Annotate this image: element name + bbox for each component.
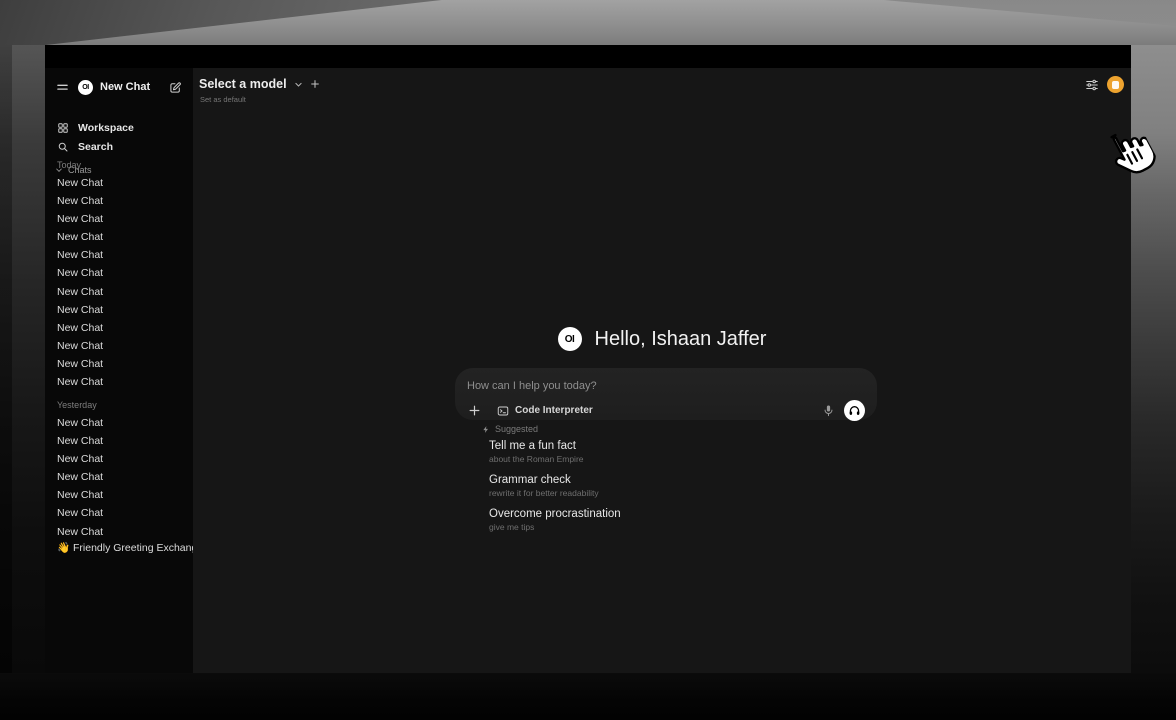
chat-list-item[interactable]: New Chat: [45, 373, 193, 391]
chat-list-item[interactable]: New Chat: [45, 414, 193, 432]
chat-list-item[interactable]: New Chat: [45, 283, 193, 301]
greeting-title: Hello, Ishaan Jaffer: [595, 328, 767, 351]
composer-right-controls: [822, 400, 865, 421]
chat-list-item[interactable]: New Chat: [45, 210, 193, 228]
new-chat-button[interactable]: [168, 80, 183, 95]
terminal-icon: [497, 405, 509, 417]
chat-list-item[interactable]: New Chat: [45, 432, 193, 450]
chat-list-item[interactable]: New Chat: [45, 319, 193, 337]
code-interpreter-label: Code Interpreter: [515, 405, 593, 416]
suggestion-title: Overcome procrastination: [489, 507, 789, 521]
model-selector-label: Select a model: [199, 77, 287, 91]
code-interpreter-toggle[interactable]: Code Interpreter: [497, 405, 593, 417]
edit-pencil-icon: [169, 81, 182, 94]
chat-section-yesterday: Yesterday New ChatNew ChatNew ChatNew Ch…: [45, 397, 193, 541]
hamburger-icon: [56, 81, 69, 94]
chat-list-item-named[interactable]: 👋 Friendly Greeting Exchange: [45, 539, 193, 557]
chat-list-item[interactable]: New Chat: [45, 504, 193, 522]
chat-list-item[interactable]: New Chat: [45, 174, 193, 192]
call-button[interactable]: [844, 400, 865, 421]
chat-list-item[interactable]: New Chat: [45, 246, 193, 264]
avatar-glyph: [1112, 81, 1119, 89]
chevron-down-icon: [294, 80, 303, 89]
suggested-header: Suggested: [482, 424, 538, 434]
sidebar-toggle-button[interactable]: [55, 80, 70, 95]
app-logo: OI: [78, 80, 93, 95]
sidebar-header: OI New Chat: [45, 76, 193, 98]
chat-list-item[interactable]: New Chat: [45, 450, 193, 468]
chat-list-item[interactable]: New Chat: [45, 523, 193, 541]
chat-list-item[interactable]: New Chat: [45, 468, 193, 486]
chat-list-item[interactable]: New Chat: [45, 486, 193, 504]
microphone-icon: [823, 404, 834, 418]
suggestion-item[interactable]: Tell me a fun fact about the Roman Empir…: [489, 439, 789, 465]
chat-section-today: Today New ChatNew ChatNew ChatNew ChatNe…: [45, 157, 193, 391]
background-right: [1131, 45, 1176, 673]
screenshot-stage: OI New Chat Workspace Search: [0, 0, 1176, 720]
suggestion-subtitle: give me tips: [489, 522, 789, 533]
suggestion-subtitle: about the Roman Empire: [489, 454, 789, 465]
suggestion-item[interactable]: Overcome procrastination give me tips: [489, 507, 789, 533]
headphones-icon: [848, 404, 861, 417]
add-model-button[interactable]: [310, 79, 320, 89]
wave-emoji: 👋: [57, 542, 70, 554]
suggestion-subtitle: rewrite it for better readability: [489, 488, 789, 499]
greeting-row: OI Hello, Ishaan Jaffer: [193, 327, 1131, 351]
settings-sliders-button[interactable]: [1084, 77, 1099, 92]
suggestion-title: Grammar check: [489, 473, 789, 487]
bolt-icon: [482, 425, 490, 434]
mic-button[interactable]: [822, 403, 835, 418]
named-chat-title: Friendly Greeting Exchange: [73, 542, 193, 554]
composer: Code Interpreter: [455, 368, 877, 420]
background-bottom: [0, 673, 1176, 720]
header-actions: [1084, 76, 1124, 93]
background-left-streak: [0, 45, 12, 673]
chat-section-label: Today: [45, 157, 193, 174]
suggestions-list: Tell me a fun fact about the Roman Empir…: [489, 439, 789, 541]
suggestion-title: Tell me a fun fact: [489, 439, 789, 453]
workspace-label: Workspace: [78, 122, 134, 134]
message-input[interactable]: [467, 380, 865, 392]
chat-list-item[interactable]: New Chat: [45, 228, 193, 246]
sidebar-item-workspace[interactable]: Workspace: [45, 119, 193, 137]
greeting-logo: OI: [558, 327, 582, 351]
main-area: Select a model Set as default: [193, 68, 1131, 673]
sidebar-title: New Chat: [100, 81, 168, 93]
composer-controls: Code Interpreter: [467, 400, 865, 421]
chat-list-item[interactable]: New Chat: [45, 355, 193, 373]
chat-list-yesterday: New ChatNew ChatNew ChatNew ChatNew Chat…: [45, 414, 193, 541]
workspace-grid-icon: [57, 122, 69, 134]
sliders-icon: [1085, 78, 1099, 92]
chat-list-item[interactable]: New Chat: [45, 337, 193, 355]
suggested-label: Suggested: [495, 424, 538, 434]
chat-list-item[interactable]: New Chat: [45, 264, 193, 282]
sidebar: OI New Chat Workspace Search: [45, 68, 193, 673]
search-icon: [57, 141, 69, 153]
chat-list-item[interactable]: New Chat: [45, 301, 193, 319]
chat-list-today: New ChatNew ChatNew ChatNew ChatNew Chat…: [45, 174, 193, 391]
set-default-link[interactable]: Set as default: [200, 95, 246, 104]
user-avatar[interactable]: [1107, 76, 1124, 93]
chat-section-label: Yesterday: [45, 397, 193, 414]
plus-icon: [468, 404, 481, 417]
suggestion-item[interactable]: Grammar check rewrite it for better read…: [489, 473, 789, 499]
search-label: Search: [78, 141, 113, 153]
sidebar-item-search[interactable]: Search: [45, 138, 193, 156]
app-window: OI New Chat Workspace Search: [45, 45, 1131, 673]
attach-button[interactable]: [467, 404, 481, 418]
app-topbar: [45, 45, 1131, 68]
chat-list-item[interactable]: New Chat: [45, 192, 193, 210]
model-selector-button[interactable]: Select a model: [199, 77, 320, 91]
